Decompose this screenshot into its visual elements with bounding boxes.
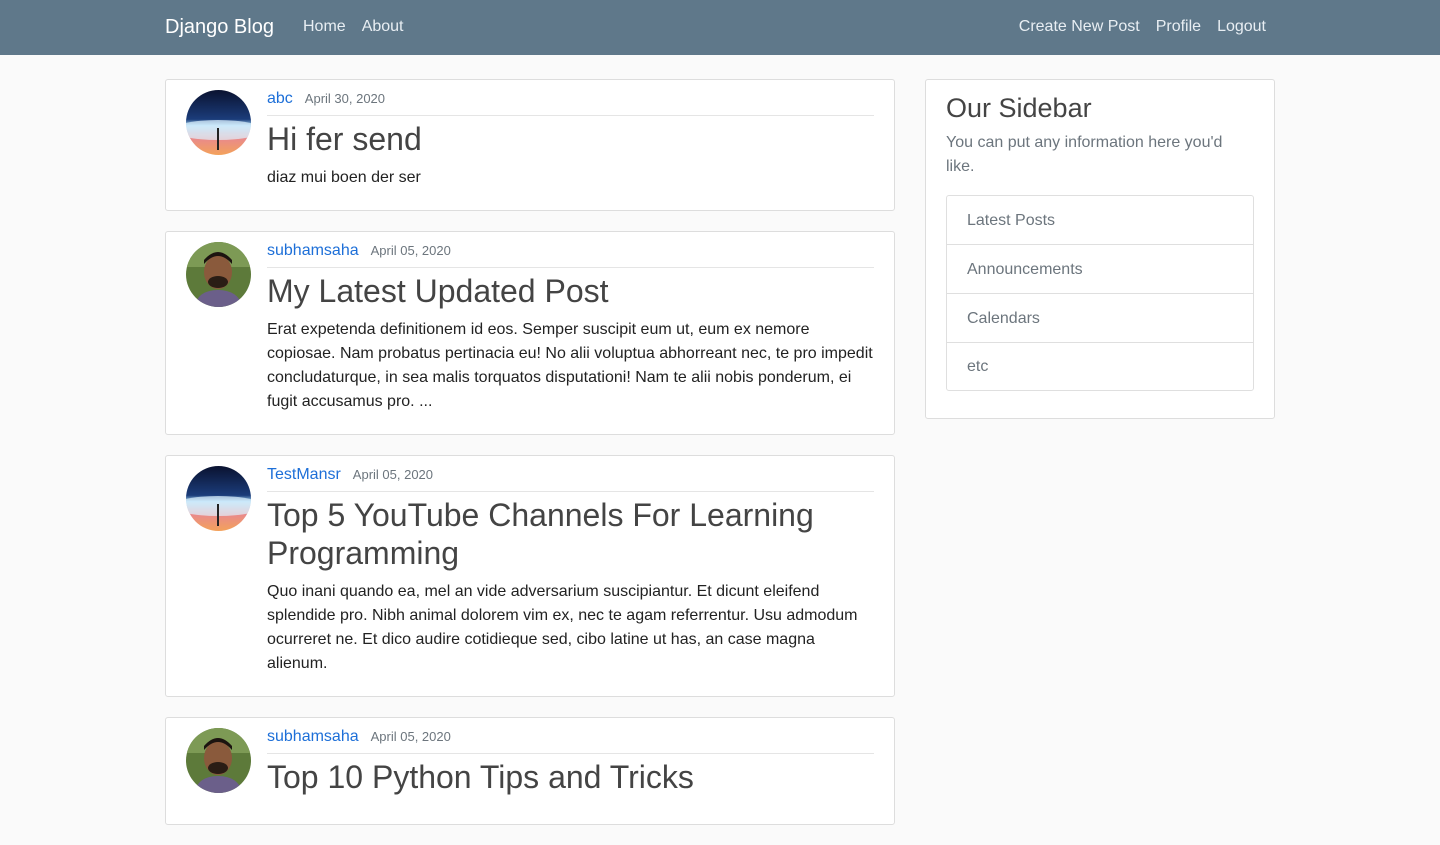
post-author-link[interactable]: TestMansr	[267, 466, 341, 484]
author-avatar[interactable]	[186, 466, 251, 531]
sidebar-description: You can put any information here you'd l…	[946, 134, 1223, 175]
nav-left-group: Home About	[303, 17, 420, 37]
author-avatar[interactable]	[186, 242, 251, 307]
post-title-link[interactable]: My Latest Updated Post	[267, 272, 874, 310]
sidebar-list: Latest Posts Announcements Calendars etc	[946, 195, 1254, 391]
nav-logout-link[interactable]: Logout	[1217, 17, 1266, 37]
author-avatar[interactable]	[186, 90, 251, 155]
post-content: Quo inani quando ea, mel an vide adversa…	[267, 583, 858, 672]
sidebar-item-etc[interactable]: etc	[947, 343, 1253, 390]
post-meta: subhamsaha April 05, 2020	[267, 728, 874, 754]
posts-column: abc April 30, 2020 Hi fer send diaz mui …	[165, 79, 895, 845]
post-date: April 30, 2020	[304, 91, 386, 106]
post-title-link[interactable]: Top 10 Python Tips and Tricks	[267, 758, 874, 796]
post-card: abc April 30, 2020 Hi fer send diaz mui …	[165, 79, 895, 211]
sidebar: Our Sidebar You can put any information …	[925, 79, 1275, 419]
person-photo-icon	[186, 728, 251, 793]
nav-create-post-link[interactable]: Create New Post	[1019, 17, 1140, 37]
post-content: Erat expetenda definitionem id eos. Semp…	[267, 321, 873, 410]
post-meta: abc April 30, 2020	[267, 90, 874, 116]
earth-horizon-icon	[186, 90, 251, 155]
nav-about-link[interactable]: About	[362, 17, 404, 37]
author-avatar[interactable]	[186, 728, 251, 793]
post-author-link[interactable]: subhamsaha	[267, 242, 359, 260]
post-card: subhamsaha April 05, 2020 Top 10 Python …	[165, 717, 895, 825]
nav-home-link[interactable]: Home	[303, 17, 346, 37]
post-title-link[interactable]: Top 5 YouTube Channels For Learning Prog…	[267, 496, 874, 572]
post-date: April 05, 2020	[352, 467, 434, 482]
post-card: TestMansr April 05, 2020 Top 5 YouTube C…	[165, 455, 895, 697]
top-navbar: Django Blog Home About Create New Post P…	[0, 0, 1440, 55]
nav-profile-link[interactable]: Profile	[1156, 17, 1201, 37]
post-content: diaz mui boen der ser	[267, 169, 421, 186]
person-photo-icon	[186, 242, 251, 307]
sidebar-item-announcements[interactable]: Announcements	[947, 245, 1253, 294]
earth-horizon-icon	[186, 466, 251, 531]
post-card: subhamsaha April 05, 2020 My Latest Upda…	[165, 231, 895, 435]
post-author-link[interactable]: subhamsaha	[267, 728, 359, 746]
sidebar-item-latest-posts[interactable]: Latest Posts	[947, 196, 1253, 245]
sidebar-title: Our Sidebar	[946, 93, 1092, 123]
post-meta: TestMansr April 05, 2020	[267, 466, 874, 492]
post-author-link[interactable]: abc	[267, 90, 293, 108]
nav-right-group: Create New Post Profile Logout	[1003, 17, 1266, 37]
post-date: April 05, 2020	[370, 729, 451, 744]
post-meta: subhamsaha April 05, 2020	[267, 242, 874, 268]
sidebar-item-calendars[interactable]: Calendars	[947, 294, 1253, 343]
post-date: April 05, 2020	[370, 243, 451, 258]
post-title-link[interactable]: Hi fer send	[267, 120, 874, 158]
brand-logo[interactable]: Django Blog	[165, 15, 274, 39]
